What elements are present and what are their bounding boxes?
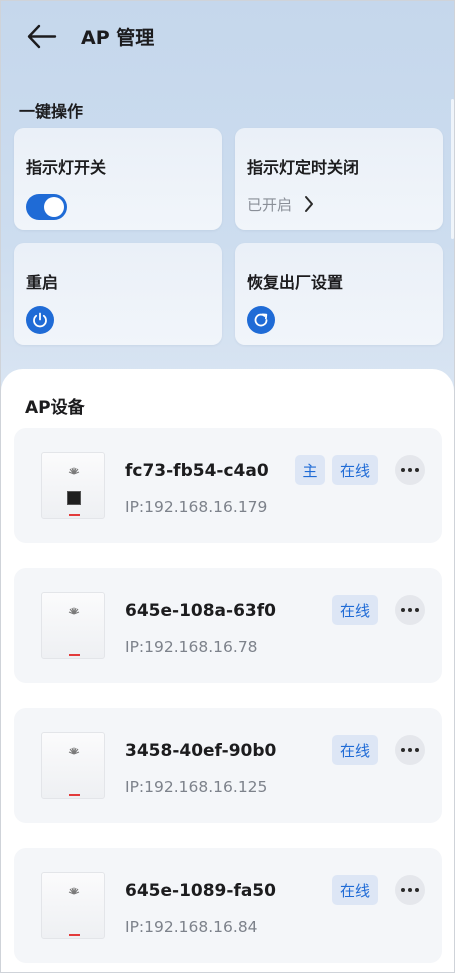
status-led (69, 934, 80, 936)
huawei-logo-icon (68, 467, 80, 475)
factory-reset-button[interactable] (247, 306, 275, 334)
ethernet-port (67, 491, 81, 505)
device-name: 645e-1089-fa50 (125, 881, 276, 901)
indicator-switch-label: 指示灯开关 (26, 158, 107, 177)
device-sheet: AP设备 fc73-fb54-c4a0 IP:192.168.16.179 主 … (1, 369, 454, 972)
status-badge: 在线 (332, 455, 378, 485)
arrow-left-icon (27, 24, 57, 49)
more-button[interactable] (395, 595, 425, 625)
device-card[interactable]: 645e-108a-63f0 IP:192.168.16.78 在线 (14, 568, 442, 683)
device-card[interactable]: fc73-fb54-c4a0 IP:192.168.16.179 主 在线 (14, 428, 442, 543)
more-icon (401, 608, 419, 612)
scroll-indicator (451, 99, 454, 239)
device-name: fc73-fb54-c4a0 (125, 461, 269, 481)
status-badge: 在线 (332, 735, 378, 765)
more-icon (401, 468, 419, 472)
device-name: 645e-108a-63f0 (125, 601, 276, 621)
indicator-switch-toggle[interactable] (26, 194, 67, 220)
more-button[interactable] (395, 875, 425, 905)
ap-device-image (41, 452, 105, 519)
device-ip: IP:192.168.16.78 (125, 638, 258, 656)
header: AP 管理 (1, 1, 454, 73)
indicator-timer-label: 指示灯定时关闭 (247, 158, 360, 177)
indicator-timer-status: 已开启 (247, 195, 293, 214)
quick-ops-title: 一键操作 (19, 102, 84, 121)
ap-device-image (41, 592, 105, 659)
status-badge: 在线 (332, 875, 378, 905)
ap-device-image (41, 732, 105, 799)
page-title: AP 管理 (81, 27, 155, 49)
device-ip: IP:192.168.16.84 (125, 918, 258, 936)
huawei-logo-icon (68, 607, 80, 615)
more-icon (401, 888, 419, 892)
device-card[interactable]: 3458-40ef-90b0 IP:192.168.16.125 在线 (14, 708, 442, 823)
huawei-logo-icon (68, 887, 80, 895)
device-ip: IP:192.168.16.179 (125, 498, 268, 516)
power-icon (33, 312, 47, 328)
status-led (69, 794, 80, 796)
device-ip: IP:192.168.16.125 (125, 778, 268, 796)
more-icon (401, 748, 419, 752)
device-name: 3458-40ef-90b0 (125, 741, 277, 761)
reboot-label: 重启 (26, 273, 59, 292)
indicator-timer-row[interactable]: 已开启 (247, 193, 314, 215)
indicator-timer-card[interactable]: 指示灯定时关闭 已开启 (235, 128, 443, 230)
toggle-knob (44, 197, 64, 217)
indicator-switch-card: 指示灯开关 (14, 128, 222, 230)
huawei-logo-icon (68, 747, 80, 755)
more-button[interactable] (395, 455, 425, 485)
factory-reset-card: 恢复出厂设置 (235, 243, 443, 345)
app-frame: AP 管理 一键操作 指示灯开关 指示灯定时关闭 已开启 重启 恢复出厂设置 A… (0, 0, 455, 973)
status-led (69, 654, 80, 656)
more-button[interactable] (395, 735, 425, 765)
device-card[interactable]: 645e-1089-fa50 IP:192.168.16.84 在线 (14, 848, 442, 963)
status-badge: 在线 (332, 595, 378, 625)
reboot-card: 重启 (14, 243, 222, 345)
devices-section-title: AP设备 (25, 398, 85, 418)
factory-reset-label: 恢复出厂设置 (247, 273, 344, 292)
back-button[interactable] (25, 21, 59, 53)
ap-device-image (41, 872, 105, 939)
main-badge: 主 (295, 455, 325, 485)
reboot-button[interactable] (26, 306, 54, 334)
chevron-right-icon (305, 196, 314, 212)
refresh-icon (254, 313, 268, 327)
status-led (69, 514, 80, 516)
